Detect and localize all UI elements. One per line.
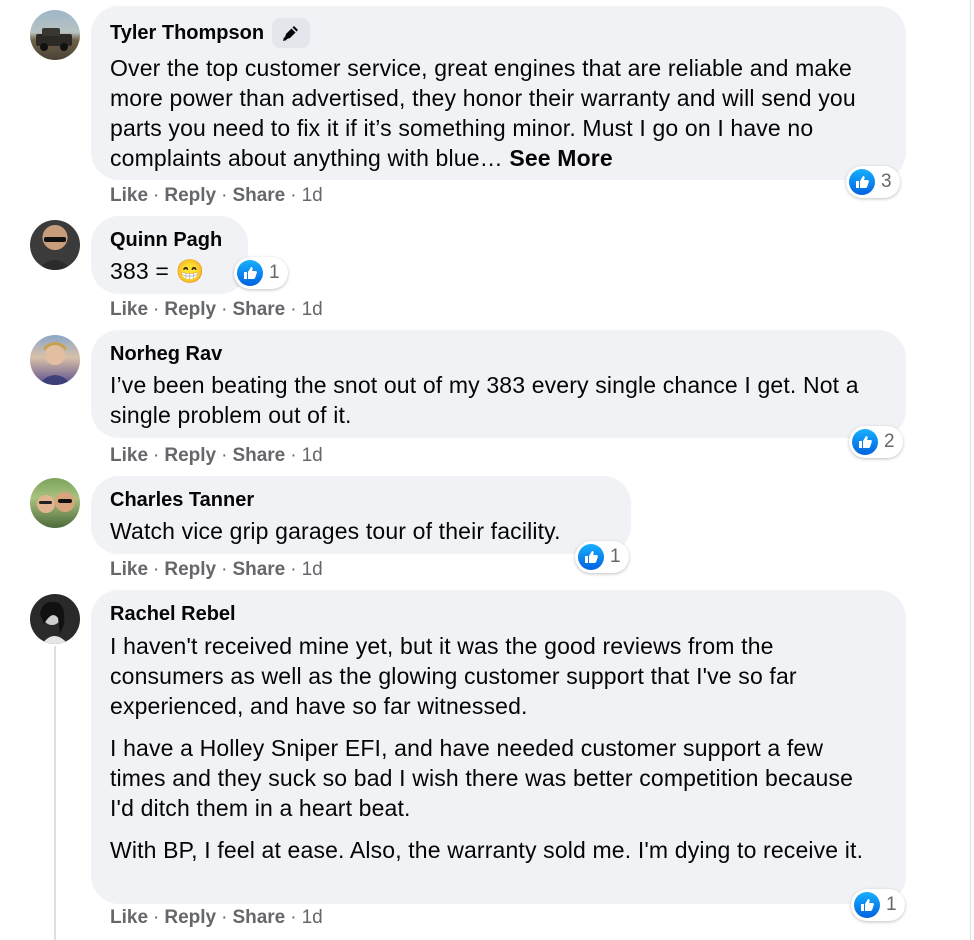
comment-text: 383 = 😁	[110, 258, 205, 284]
comment-bubble: Rachel Rebel I haven't received mine yet…	[91, 590, 906, 904]
avatar[interactable]	[30, 335, 80, 385]
timestamp[interactable]: 1d	[302, 445, 323, 466]
like-reaction-icon	[852, 429, 878, 455]
like-link[interactable]: Like	[110, 559, 148, 580]
comment-paragraph: I haven't received mine yet, but it was …	[110, 633, 797, 719]
comment-author[interactable]: Rachel Rebel	[110, 602, 886, 626]
reply-link[interactable]: Reply	[164, 907, 216, 928]
reaction-count[interactable]: 1	[575, 541, 629, 573]
comment-paragraph: I have a Holley Sniper EFI, and have nee…	[110, 735, 854, 821]
reaction-count[interactable]: 1	[851, 889, 905, 921]
comment-actions: Like · Reply · Share · 1d	[110, 299, 323, 320]
comment-actions: Like · Reply · Share · 1d	[110, 185, 323, 206]
reaction-count[interactable]: 1	[234, 257, 288, 289]
timestamp[interactable]: 1d	[302, 299, 323, 320]
share-link[interactable]: Share	[232, 445, 285, 466]
reply-link[interactable]: Reply	[164, 445, 216, 466]
avatar[interactable]	[30, 478, 80, 528]
comment-author[interactable]: Norheg Rav	[110, 342, 886, 366]
comment-author[interactable]: Charles Tanner	[110, 488, 611, 512]
share-link[interactable]: Share	[232, 907, 285, 928]
comment-paragraph: With BP, I feel at ease. Also, the warra…	[110, 837, 864, 863]
reply-link[interactable]: Reply	[164, 559, 216, 580]
comment-author[interactable]: Quinn Pagh	[110, 228, 228, 252]
reaction-count-value: 1	[269, 262, 280, 283]
like-reaction-icon	[578, 544, 604, 570]
reaction-count-value: 2	[884, 431, 895, 452]
reaction-count-value: 1	[610, 546, 621, 567]
comment-actions: Like · Reply · Share · 1d	[110, 907, 323, 928]
reaction-count-value: 1	[886, 894, 897, 915]
comment-text: Watch vice grip garages tour of their fa…	[110, 518, 561, 544]
comment-actions: Like · Reply · Share · 1d	[110, 559, 323, 580]
reply-link[interactable]: Reply	[164, 185, 216, 206]
top-fan-pencil-icon[interactable]	[272, 18, 311, 48]
like-link[interactable]: Like	[110, 185, 148, 206]
reaction-count[interactable]: 3	[846, 166, 900, 198]
like-link[interactable]: Like	[110, 907, 148, 928]
comment-text: I’ve been beating the snot out of my 383…	[110, 372, 859, 428]
comment-bubble: Quinn Pagh 383 = 😁	[91, 216, 248, 294]
like-reaction-icon	[854, 892, 880, 918]
like-link[interactable]: Like	[110, 299, 148, 320]
like-reaction-icon	[849, 169, 875, 195]
avatar[interactable]	[30, 220, 80, 270]
share-link[interactable]: Share	[232, 185, 285, 206]
comment-bubble: Charles Tanner Watch vice grip garages t…	[91, 476, 631, 554]
see-more-link[interactable]: See More	[509, 145, 612, 171]
timestamp[interactable]: 1d	[302, 907, 323, 928]
timestamp[interactable]: 1d	[302, 185, 323, 206]
comment-author[interactable]: Tyler Thompson	[110, 21, 264, 45]
timestamp[interactable]: 1d	[302, 559, 323, 580]
reply-link[interactable]: Reply	[164, 299, 216, 320]
comment-text: Over the top customer service, great eng…	[110, 55, 856, 171]
share-link[interactable]: Share	[232, 299, 285, 320]
comment-text: I haven't received mine yet, but it was …	[110, 631, 880, 865]
page-edge-rule	[970, 0, 971, 940]
avatar[interactable]	[30, 594, 80, 644]
comment-bubble: Tyler Thompson Over the top customer ser…	[91, 6, 906, 180]
reaction-count[interactable]: 2	[849, 426, 903, 458]
comment-actions: Like · Reply · Share · 1d	[110, 445, 323, 466]
share-link[interactable]: Share	[232, 559, 285, 580]
reply-thread-line	[54, 646, 56, 940]
comment-bubble: Norheg Rav I’ve been beating the snot ou…	[91, 330, 906, 438]
reaction-count-value: 3	[881, 171, 892, 192]
avatar[interactable]	[30, 10, 80, 60]
like-link[interactable]: Like	[110, 445, 148, 466]
like-reaction-icon	[237, 260, 263, 286]
